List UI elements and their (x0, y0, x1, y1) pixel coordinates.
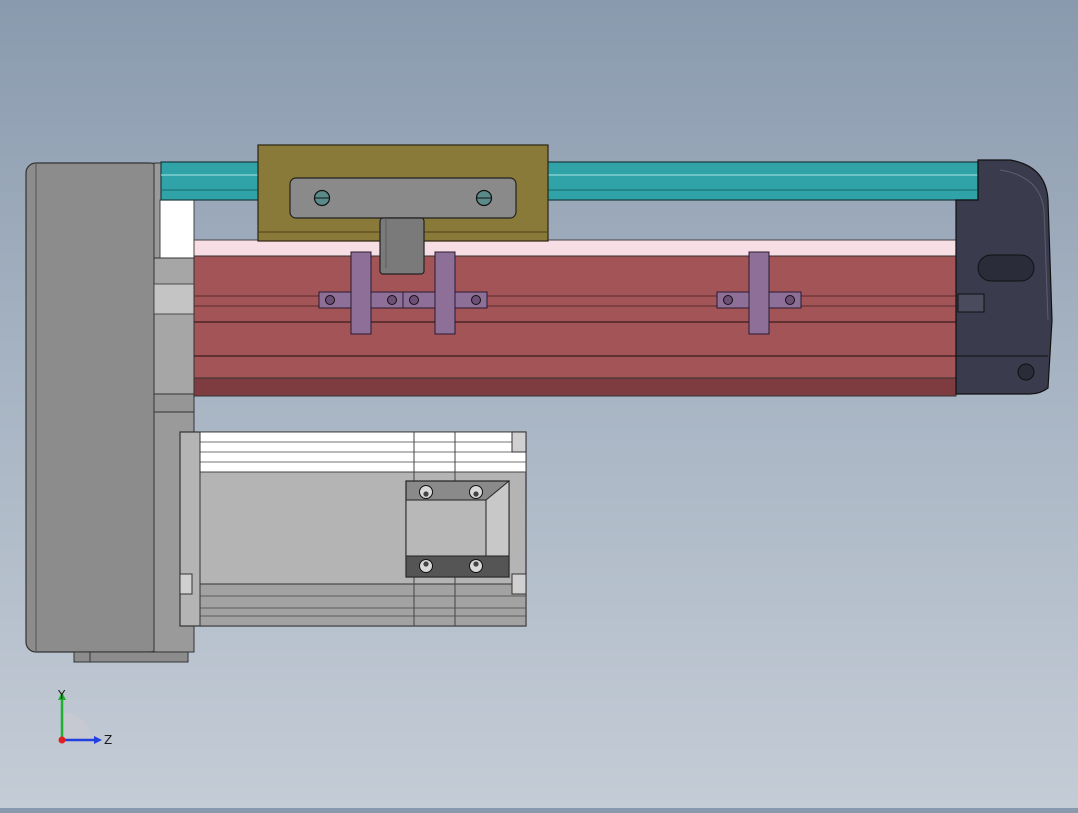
y-axis-label: Y (57, 688, 66, 702)
carriage-bolt-left (313, 189, 331, 207)
motor-connector-box[interactable] (405, 479, 510, 579)
gearbox-housing[interactable] (25, 162, 195, 663)
orientation-triad[interactable]: Y Z (48, 682, 128, 762)
cad-graphics-viewport[interactable]: Y Z (0, 0, 1078, 808)
z-axis-label: Z (104, 733, 112, 747)
servo-motor[interactable] (179, 431, 527, 627)
linear-actuator-model[interactable] (0, 0, 1078, 808)
carriage-bolt-right (475, 189, 493, 207)
x-axis-dot-icon (58, 736, 66, 744)
triad-plane-icon (62, 712, 92, 740)
z-axis-arrowhead-icon (94, 736, 102, 744)
actuator-body[interactable] (193, 239, 957, 397)
